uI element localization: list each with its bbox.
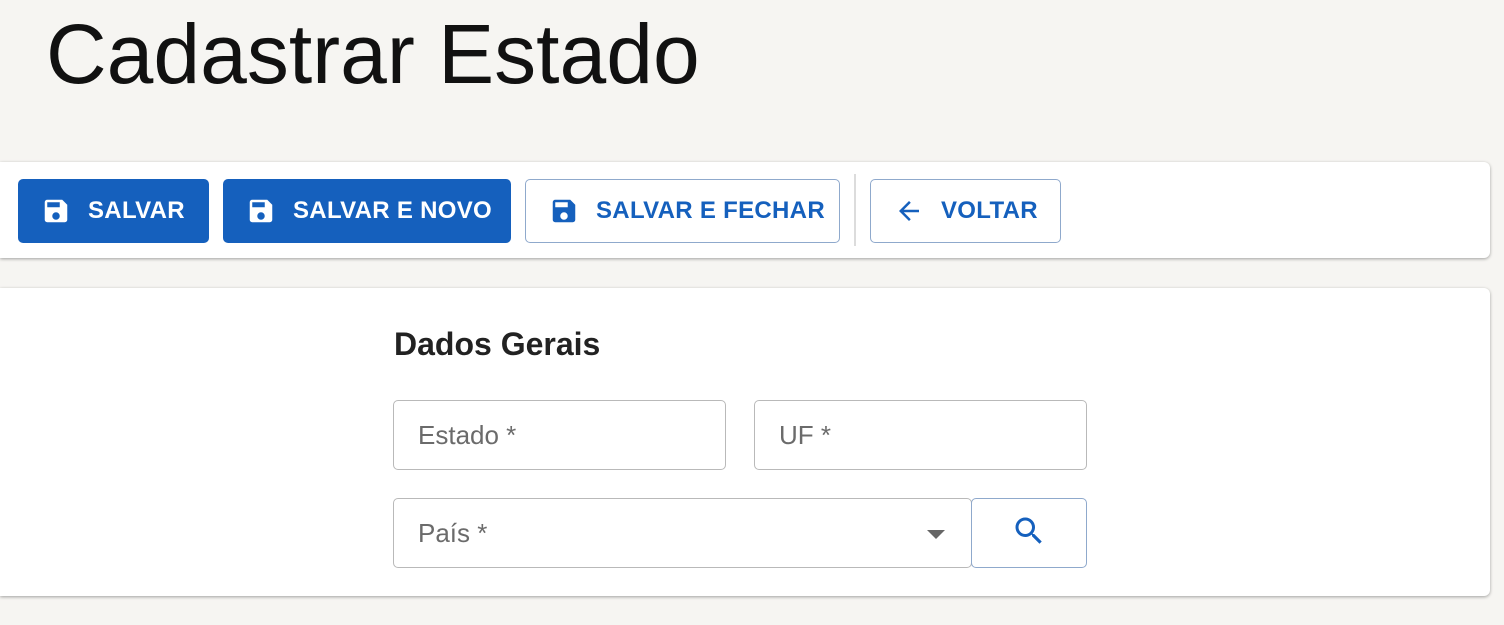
section-title: Dados Gerais: [394, 326, 601, 362]
pais-search-button[interactable]: [971, 498, 1087, 568]
estado-input[interactable]: [418, 419, 725, 451]
back-button-label: VOLTAR: [941, 197, 1038, 224]
arrow-left-icon: [893, 195, 925, 227]
back-button[interactable]: VOLTAR: [870, 179, 1061, 243]
search-icon: [1011, 513, 1047, 554]
save-button[interactable]: SALVAR: [18, 179, 209, 243]
page-title: Cadastrar Estado: [46, 7, 700, 101]
save-and-new-button-label: SALVAR E NOVO: [293, 197, 493, 224]
toolbar-divider: [854, 174, 856, 246]
save-button-label: SALVAR: [88, 197, 185, 224]
floppy-disk-icon: [548, 195, 580, 227]
save-and-new-button[interactable]: SALVAR E NOVO: [223, 179, 511, 243]
floppy-disk-icon: [245, 195, 277, 227]
save-and-close-button-label: SALVAR E FECHAR: [596, 197, 825, 224]
action-toolbar: SALVAR SALVAR E NOVO SALVAR E FECHAR VOL…: [0, 162, 1490, 258]
floppy-disk-icon: [40, 195, 72, 227]
chevron-down-icon[interactable]: [927, 530, 945, 539]
pais-select-placeholder: País *: [418, 517, 488, 548]
general-data-card: Dados Gerais País *: [0, 288, 1490, 596]
save-and-close-button[interactable]: SALVAR E FECHAR: [525, 179, 840, 243]
pais-select[interactable]: País *: [393, 498, 972, 568]
uf-input[interactable]: [779, 419, 1086, 451]
estado-field[interactable]: [393, 400, 726, 470]
uf-field[interactable]: [754, 400, 1087, 470]
